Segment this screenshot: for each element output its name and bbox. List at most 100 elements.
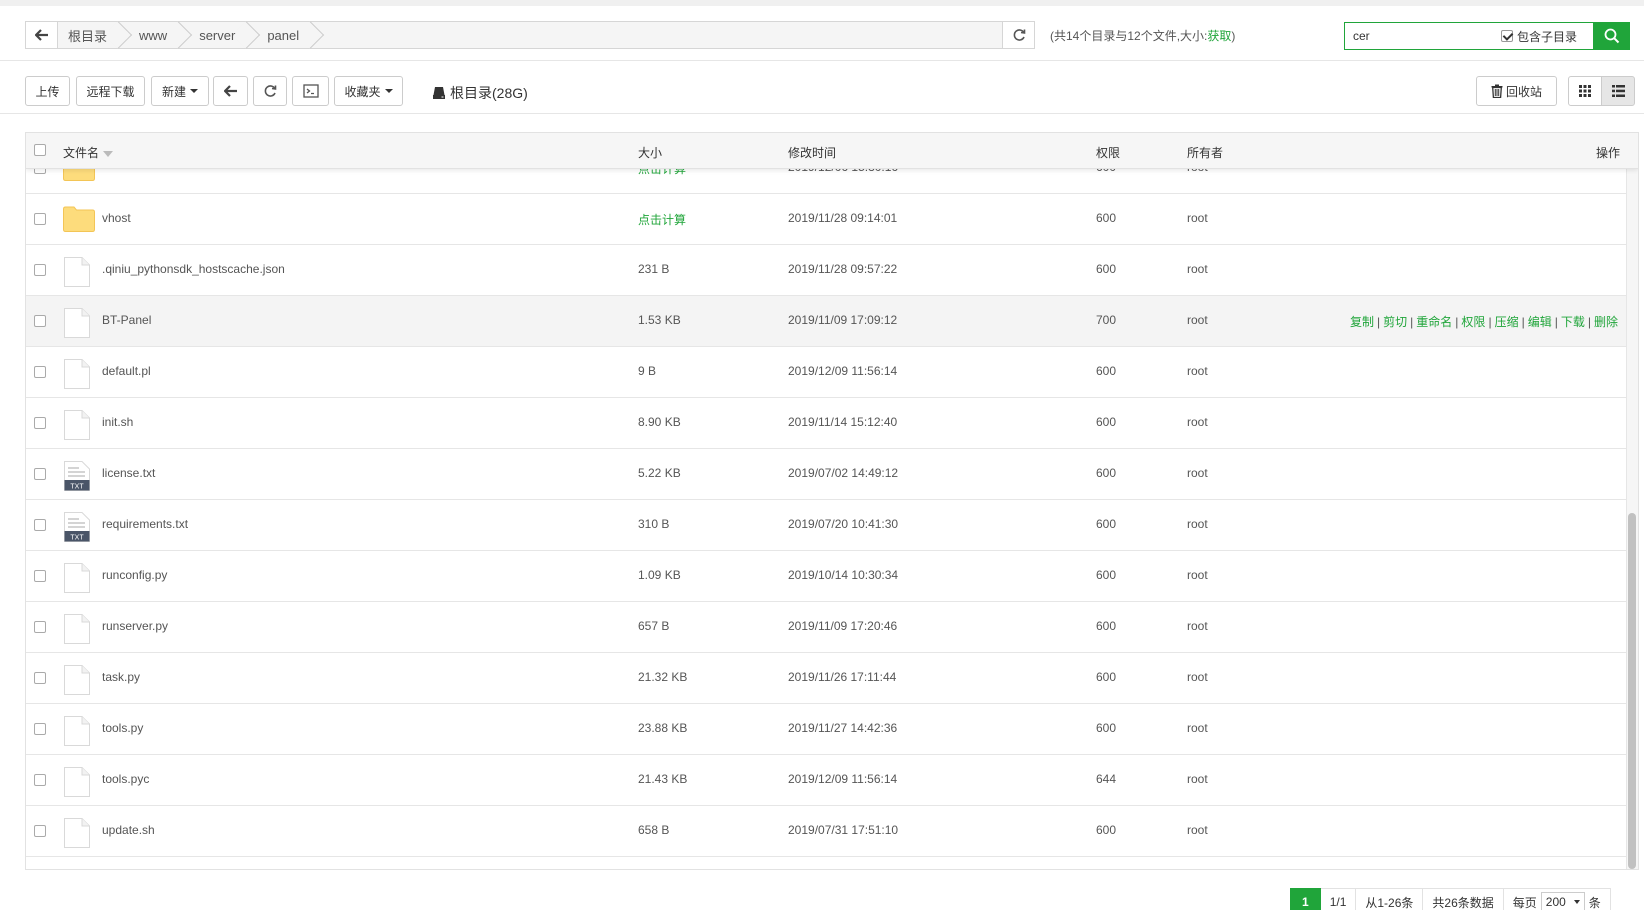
file-owner[interactable]: root bbox=[1187, 466, 1208, 480]
row-checkbox[interactable] bbox=[34, 774, 46, 786]
file-size[interactable]: 点击计算 bbox=[638, 211, 686, 228]
table-row[interactable]: BT-Panel 1.53 KB 2019/11/09 17:09:12 700 roo… bbox=[26, 296, 1626, 347]
breadcrumb-item-root[interactable]: 根目录 bbox=[58, 22, 122, 48]
per-page-select[interactable]: 200 bbox=[1540, 892, 1585, 910]
column-header-owner[interactable]: 所有者 bbox=[1187, 144, 1223, 161]
recycle-bin-button[interactable]: 回收站 bbox=[1476, 76, 1557, 106]
file-name[interactable]: tools.pyc bbox=[102, 772, 149, 786]
file-owner[interactable]: root bbox=[1187, 619, 1208, 633]
file-owner[interactable]: root bbox=[1187, 823, 1208, 837]
checkbox-checked[interactable] bbox=[1501, 30, 1513, 42]
column-header-name[interactable]: 文件名 bbox=[63, 144, 114, 161]
action-rename-link[interactable]: 重命名 bbox=[1416, 315, 1452, 329]
include-subdir-checkbox[interactable]: 包含子目录 bbox=[1501, 28, 1577, 45]
grid-view-button[interactable] bbox=[1568, 76, 1602, 106]
back-button[interactable] bbox=[213, 76, 248, 106]
remote-download-button[interactable]: 远程下载 bbox=[76, 76, 145, 106]
search-button[interactable] bbox=[1594, 22, 1630, 50]
action-delete-link[interactable]: 删除 bbox=[1594, 315, 1618, 329]
table-row[interactable]: .qiniu_pythonsdk_hostscache.json 231 B 201… bbox=[26, 245, 1626, 296]
file-owner[interactable]: root bbox=[1187, 262, 1208, 276]
row-checkbox[interactable] bbox=[34, 570, 46, 582]
column-header-mtime[interactable]: 修改时间 bbox=[788, 144, 836, 161]
terminal-button[interactable] bbox=[292, 76, 329, 106]
disk-selector[interactable]: 根目录(28G) bbox=[432, 83, 528, 103]
file-name[interactable]: runconfig.py bbox=[102, 568, 167, 582]
list-view-button[interactable] bbox=[1601, 76, 1635, 106]
action-cut-link[interactable]: 剪切 bbox=[1383, 315, 1407, 329]
file-name[interactable]: update.sh bbox=[102, 823, 155, 837]
file-name[interactable]: requirements.txt bbox=[102, 517, 188, 531]
table-row[interactable]: init.sh 8.90 KB 2019/11/14 15:12:40 600 root bbox=[26, 398, 1626, 449]
file-owner[interactable]: root bbox=[1187, 313, 1208, 327]
file-name[interactable]: .qiniu_pythonsdk_hostscache.json bbox=[102, 262, 285, 276]
file-name[interactable]: runserver.py bbox=[102, 619, 168, 633]
row-checkbox[interactable] bbox=[34, 468, 46, 480]
file-owner[interactable]: root bbox=[1187, 772, 1208, 786]
file-owner[interactable]: root bbox=[1187, 670, 1208, 684]
action-edit-link[interactable]: 编辑 bbox=[1528, 315, 1552, 329]
file-name[interactable]: license.txt bbox=[102, 466, 155, 480]
file-perm[interactable]: 600 bbox=[1096, 517, 1116, 531]
file-perm[interactable]: 700 bbox=[1096, 313, 1116, 327]
file-name[interactable]: vhost bbox=[102, 211, 131, 225]
file-name[interactable]: init.sh bbox=[102, 415, 133, 429]
upload-button[interactable]: 上传 bbox=[25, 76, 70, 106]
select-all-checkbox[interactable] bbox=[34, 144, 46, 156]
table-row[interactable]: update.sh 658 B 2019/07/31 17:51:10 600 root bbox=[26, 806, 1626, 857]
file-owner[interactable]: root bbox=[1187, 211, 1208, 225]
table-row[interactable]: tools.py 23.88 KB 2019/11/27 14:42:36 600 ro… bbox=[26, 704, 1626, 755]
table-row[interactable]: task.py 21.32 KB 2019/11/26 17:11:44 600 roo… bbox=[26, 653, 1626, 704]
file-name[interactable]: tools.py bbox=[102, 721, 143, 735]
column-header-perm[interactable]: 权限 bbox=[1096, 144, 1120, 161]
favorites-dropdown-button[interactable]: 收藏夹 bbox=[334, 76, 403, 106]
file-name[interactable]: BT-Panel bbox=[102, 313, 151, 327]
action-compress-link[interactable]: 压缩 bbox=[1495, 315, 1519, 329]
get-size-link[interactable]: 获取 bbox=[1207, 29, 1231, 43]
new-dropdown-button[interactable]: 新建 bbox=[151, 76, 209, 106]
file-perm[interactable]: 600 bbox=[1096, 466, 1116, 480]
table-row[interactable]: TXT license.txt 5.22 KB 2019/07/02 14:49:12… bbox=[26, 449, 1626, 500]
file-owner[interactable]: root bbox=[1187, 568, 1208, 582]
file-perm[interactable]: 600 bbox=[1096, 670, 1116, 684]
file-name[interactable]: task.py bbox=[102, 670, 140, 684]
action-download-link[interactable]: 下载 bbox=[1561, 315, 1585, 329]
scrollbar-thumb[interactable] bbox=[1628, 513, 1636, 869]
file-owner[interactable]: root bbox=[1187, 364, 1208, 378]
file-perm[interactable]: 600 bbox=[1096, 823, 1116, 837]
row-checkbox[interactable] bbox=[34, 723, 46, 735]
file-owner[interactable]: root bbox=[1187, 721, 1208, 735]
file-owner[interactable]: root bbox=[1187, 517, 1208, 531]
row-checkbox[interactable] bbox=[34, 366, 46, 378]
file-perm[interactable]: 600 bbox=[1096, 415, 1116, 429]
table-row[interactable]: runserver.py 657 B 2019/11/09 17:20:46 600 r… bbox=[26, 602, 1626, 653]
path-refresh-button[interactable] bbox=[1002, 22, 1034, 48]
row-checkbox[interactable] bbox=[34, 621, 46, 633]
file-perm[interactable]: 600 bbox=[1096, 721, 1116, 735]
action-copy-link[interactable]: 复制 bbox=[1350, 315, 1374, 329]
file-name[interactable]: default.pl bbox=[102, 364, 151, 378]
file-perm[interactable]: 644 bbox=[1096, 772, 1116, 786]
search-input[interactable] bbox=[1345, 23, 1495, 49]
file-perm[interactable]: 600 bbox=[1096, 364, 1116, 378]
row-checkbox[interactable] bbox=[34, 672, 46, 684]
file-perm[interactable]: 600 bbox=[1096, 619, 1116, 633]
table-row[interactable]: TXT requirements.txt 310 B 2019/07/20 10:41… bbox=[26, 500, 1626, 551]
file-perm[interactable]: 600 bbox=[1096, 211, 1116, 225]
refresh-button[interactable] bbox=[253, 76, 287, 106]
row-checkbox[interactable] bbox=[34, 519, 46, 531]
file-owner[interactable]: root bbox=[1187, 415, 1208, 429]
table-row[interactable]: runconfig.py 1.09 KB 2019/10/14 10:30:34 60… bbox=[26, 551, 1626, 602]
table-row[interactable]: default.pl 9 B 2019/12/09 11:56:14 600 root bbox=[26, 347, 1626, 398]
file-perm[interactable]: 600 bbox=[1096, 262, 1116, 276]
table-row[interactable]: vhost 点击计算 2019/11/28 09:14:01 600 root bbox=[26, 194, 1626, 245]
action-permission-link[interactable]: 权限 bbox=[1461, 315, 1485, 329]
row-checkbox[interactable] bbox=[34, 825, 46, 837]
column-header-size[interactable]: 大小 bbox=[638, 144, 662, 161]
row-checkbox[interactable] bbox=[34, 213, 46, 225]
row-checkbox[interactable] bbox=[34, 264, 46, 276]
table-row[interactable]: tools.pyc 21.43 KB 2019/12/09 11:56:14 644 r… bbox=[26, 755, 1626, 806]
page-current[interactable]: 1 bbox=[1290, 888, 1321, 910]
file-perm[interactable]: 600 bbox=[1096, 568, 1116, 582]
row-checkbox[interactable] bbox=[34, 417, 46, 429]
